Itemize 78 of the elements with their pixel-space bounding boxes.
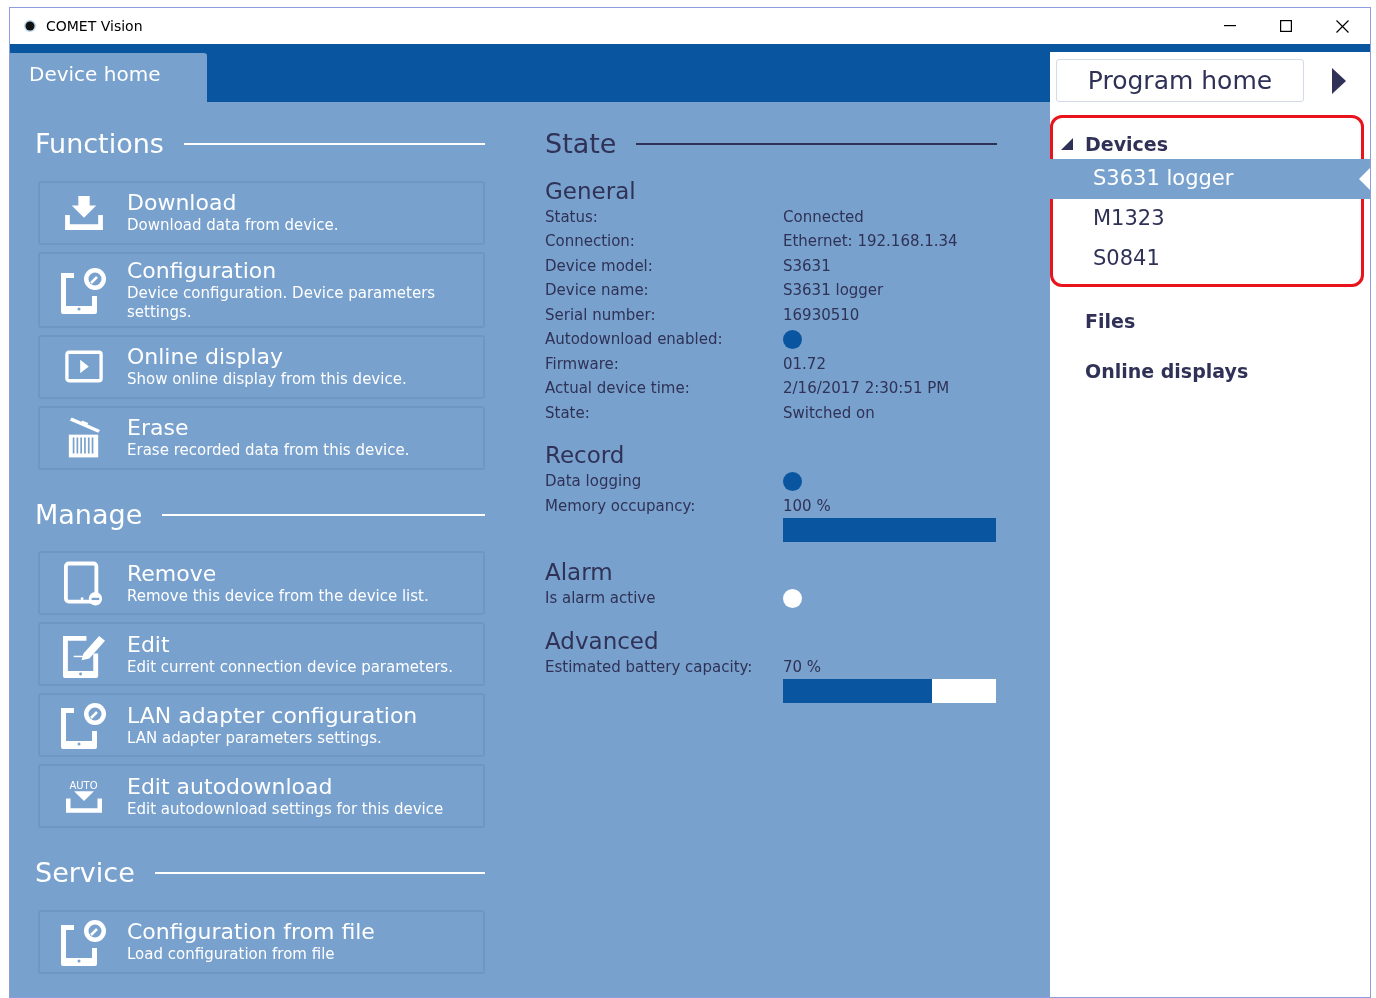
function-description: Device configuration. Device parameters settings. [127,283,437,322]
group-heading: Alarm [545,558,614,586]
section-heading: Manage [35,497,143,532]
field-label: Estimated battery capacity: [545,656,754,678]
expander-icon[interactable] [1061,138,1073,150]
device-home-tab[interactable]: Device home [10,53,207,102]
tablet-gear-icon [59,700,108,750]
field-label: Serial number: [545,304,657,326]
function-title: Configuration [127,257,278,284]
function-description: Show online display from this device. [127,370,407,389]
field-label: Status: [545,206,599,228]
function-title: Remove [127,560,218,587]
sidebar-link[interactable]: Files [1050,296,1370,346]
selection-notch-icon [1359,168,1370,190]
function-title: Edit autodownload [127,773,334,800]
function-button[interactable]: Configuration from file Load configuration from file [38,909,485,974]
field-value: 100 % [783,495,832,517]
function-title: LAN adapter configuration [127,702,418,729]
field-label: Data logging [545,471,643,492]
function-description: LAN adapter parameters settings. [127,728,383,748]
field-value: Ethernet: 192.168.1.34 [783,231,958,252]
group-heading: Advanced [545,626,660,655]
tree-heading[interactable]: Devices [1085,129,1168,159]
field-value: Connected [783,206,864,228]
field-label: Device model: [545,255,654,277]
field-label: Memory occupancy: [545,495,697,517]
group-heading: Record [545,441,626,469]
play-icon [64,350,103,383]
function-title: Configuration from file [127,919,375,945]
function-button[interactable]: Online display Show online display from this device. [38,334,485,399]
function-title: Online display [127,344,285,370]
field-value: S3631 logger [783,280,884,301]
group-heading: General [545,176,637,205]
function-title: Edit [127,631,171,658]
field-label: Autodownload enabled: [545,329,724,350]
field-label: State: [545,402,591,424]
tablet-minus-icon [63,560,104,606]
function-title: Erase [127,415,190,441]
field-value: Switched on [783,402,875,424]
function-button[interactable]: AUTO Edit autodownload Edit autodownload settings for this device [38,764,485,828]
function-button[interactable]: Remove Remove this device from the device list. [38,551,485,615]
field-label: Device name: [545,280,650,301]
function-description: Edit current connection device parameters. [127,657,453,677]
function-description: Load configuration from file [127,945,336,964]
expand-arrow-icon[interactable] [1332,67,1346,94]
field-value: S3631 [783,255,831,277]
minimize-icon [1224,25,1236,27]
close-icon [1335,19,1349,33]
field-value: 16930510 [783,304,860,326]
function-button[interactable]: LAN adapter configuration LAN adapter parameters settings. [38,693,485,757]
app-icon [23,19,37,33]
program-home-button[interactable]: Program home [1056,59,1304,102]
function-button[interactable]: Configuration Device configuration. Device parameters settings. [38,251,485,328]
field-label: Actual device time: [545,378,691,399]
download-icon [64,195,103,230]
device-item[interactable]: S0841 [1050,239,1370,279]
device-item[interactable]: M1323 [1050,199,1370,239]
function-title: Download [127,190,238,216]
function-button[interactable]: Download Download data from device. [38,180,485,245]
function-button[interactable]: Edit Edit current connection device parameters. [38,622,485,686]
field-label: Is alarm active [545,588,657,609]
section-heading: Service [35,856,135,890]
function-button[interactable]: Erase Erase recorded data from this device. [38,405,485,470]
function-description: Download data from device. [127,216,339,235]
function-description: Edit autodownload settings for this device [127,799,444,819]
field-value: 01.72 [783,353,826,375]
section-heading: Functions [35,127,164,161]
field-label: Connection: [545,231,636,252]
device-item[interactable]: S3631 logger [1050,159,1370,199]
field-value: 70 % [783,656,823,678]
field-label: Firmware: [545,353,620,375]
section-heading: State [545,127,617,161]
function-description: Erase recorded data from this device. [127,441,410,460]
sidebar-link[interactable]: Online displays [1050,346,1370,396]
maximize-icon [1280,20,1292,32]
window-title: COMET Vision [46,16,143,36]
field-value: 2/16/2017 2:30:51 PM [783,378,950,399]
function-description: Remove this device from the device list. [127,586,429,606]
